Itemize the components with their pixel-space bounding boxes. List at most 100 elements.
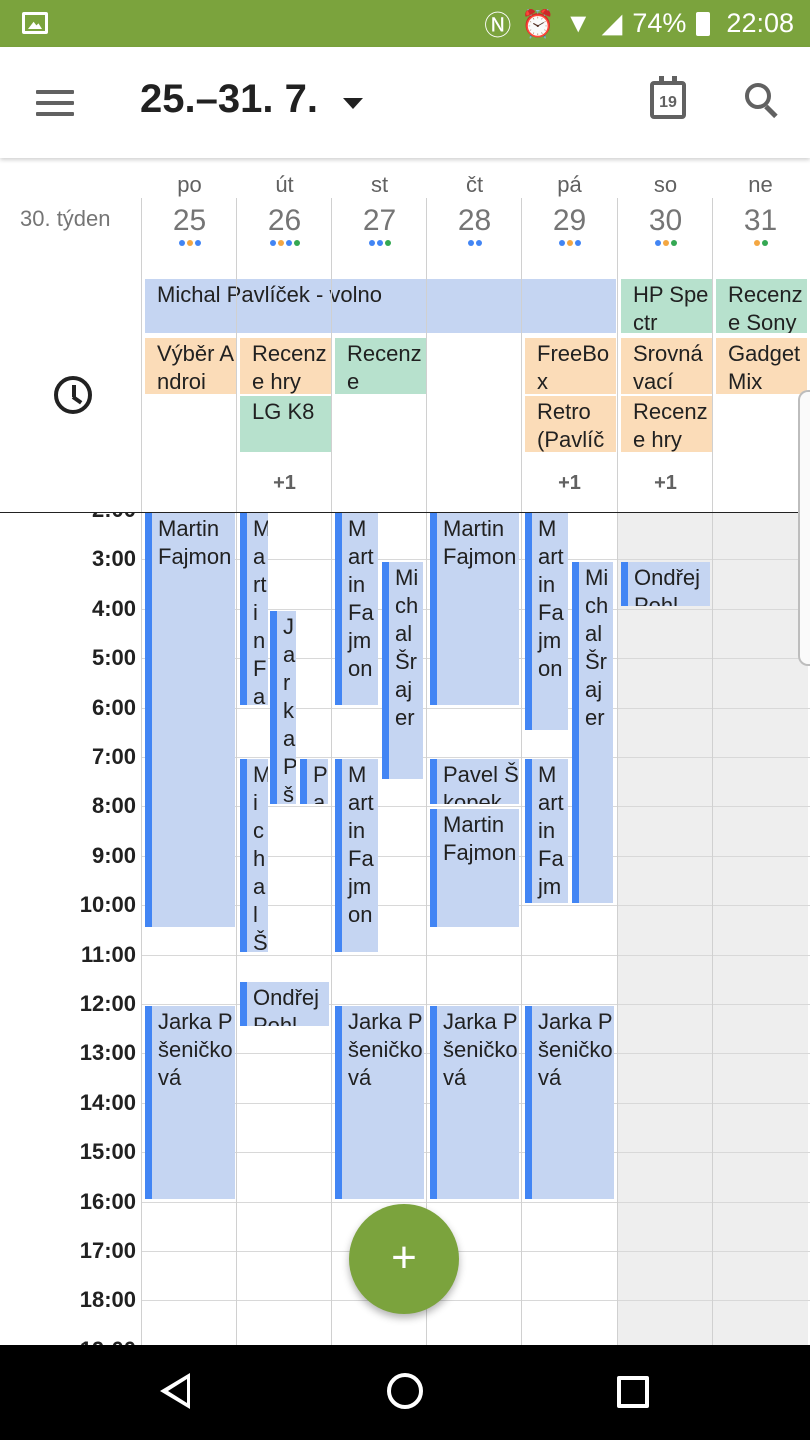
weekend-background: [618, 513, 713, 1345]
calendar-event[interactable]: Michal Šrajer: [572, 561, 613, 903]
back-icon[interactable]: [160, 1373, 190, 1409]
menu-icon[interactable]: [36, 90, 74, 116]
calendar-event[interactable]: Jarka Pšeničková: [525, 1006, 614, 1200]
hour-label: 19:00: [0, 1337, 136, 1345]
wifi-icon: ▼: [564, 8, 592, 38]
event-indicator-dots: [522, 240, 617, 246]
calendar-event[interactable]: Martin Fa: [240, 513, 268, 706]
drawer-handle[interactable]: [798, 390, 810, 666]
day-header-pá[interactable]: pá 29: [522, 158, 617, 246]
search-icon[interactable]: [745, 83, 781, 119]
column-divider: [141, 513, 142, 1345]
clock: 22:08: [726, 8, 794, 38]
hour-label: 7:00: [91, 744, 136, 769]
hour-label: 5:00: [91, 645, 136, 671]
allday-event[interactable]: LG K8: [240, 396, 331, 452]
day-name: pá: [557, 172, 582, 197]
day-header-po[interactable]: po 25: [142, 158, 237, 246]
event-indicator-dots: [713, 240, 808, 246]
calendar-event[interactable]: Martin Fajm: [525, 759, 568, 903]
hour-label: 6:00: [91, 694, 136, 720]
column-divider: [617, 198, 618, 513]
calendar-event[interactable]: Michal Šrajer: [382, 561, 423, 780]
more-events-label[interactable]: +1: [618, 472, 713, 495]
status-bar: Ⓝ ⏰ ▼ ◢ 74% 22:08: [0, 0, 810, 47]
day-name: út: [275, 172, 294, 197]
calendar-event[interactable]: Ondřej Pohl: [621, 561, 710, 607]
hour-line: [142, 954, 810, 956]
calendar-event[interactable]: Martin Fajmon: [430, 513, 519, 706]
history-icon[interactable]: [54, 376, 92, 414]
column-divider: [141, 198, 142, 513]
hour-label: 4:00: [91, 595, 136, 621]
allday-event[interactable]: Recenze Sony: [716, 279, 807, 333]
allday-event[interactable]: FreeBox: [525, 338, 616, 394]
recents-icon[interactable]: [617, 1376, 649, 1408]
calendar-event[interactable]: Ondřej Pohl: [240, 981, 329, 1027]
event-indicator-dots: [618, 240, 713, 246]
battery-icon: [696, 11, 711, 36]
calendar-event[interactable]: Michal Š: [240, 759, 268, 953]
allday-event[interactable]: Michal Pavlíček - volno: [145, 279, 616, 333]
gallery-icon: [22, 12, 48, 34]
allday-event[interactable]: Srovnávací: [621, 338, 712, 394]
hour-line: [142, 1251, 810, 1252]
allday-event[interactable]: Gadget Mix: [716, 338, 807, 394]
day-number: 26: [267, 204, 302, 237]
column-divider: [712, 198, 713, 513]
hour-label: 13:00: [79, 1040, 136, 1066]
week-header: 30. týden po 25 út 26 st 27 čt 28 pá 29 so 30 ne 31 M…: [0, 158, 810, 513]
calendar-event[interactable]: Jarka Pš: [270, 611, 296, 804]
hour-line: [142, 757, 810, 758]
column-divider: [236, 513, 237, 1345]
add-event-button[interactable]: +: [349, 1204, 459, 1314]
date-range-title[interactable]: 25.–31. 7.: [140, 77, 318, 122]
more-events-label[interactable]: +1: [522, 472, 617, 495]
allday-event[interactable]: Výběr Androi: [145, 338, 236, 394]
hour-label: 16:00: [79, 1188, 136, 1214]
day-name: po: [177, 172, 202, 197]
day-number: 29: [552, 204, 587, 237]
column-divider: [521, 198, 522, 513]
day-header-so[interactable]: so 30: [618, 158, 713, 246]
calendar-event[interactable]: Jarka Pšeničková: [145, 1006, 235, 1200]
calendar-event[interactable]: Martin Fajmon: [145, 513, 235, 928]
app-bar: 25.–31. 7. 19: [0, 47, 810, 158]
hour-label: 18:00: [79, 1287, 136, 1313]
calendar-event[interactable]: Martin Fajmon: [525, 513, 568, 730]
today-calendar-icon[interactable]: 19: [650, 76, 686, 119]
more-events-label[interactable]: +1: [237, 472, 332, 495]
calendar-event[interactable]: Jarka Pšeničková: [430, 1006, 519, 1200]
day-header-ne[interactable]: ne 31: [713, 158, 808, 246]
hour-label: 2:00: [0, 513, 136, 523]
day-header-st[interactable]: st 27: [332, 158, 427, 246]
allday-divider: [0, 512, 810, 513]
day-name: st: [370, 172, 389, 197]
hour-label: 15:00: [79, 1139, 136, 1165]
calendar-event[interactable]: Pavel Škopek: [430, 759, 519, 804]
allday-event[interactable]: Recenze hry: [621, 396, 712, 452]
hour-line: [142, 1300, 810, 1302]
calendar-event[interactable]: Jarka Pšeničková: [335, 1006, 424, 1200]
hour-line: [142, 707, 810, 709]
calendar-event[interactable]: Martin Fajmon: [335, 759, 378, 953]
allday-event[interactable]: Retro (Pavlíč: [525, 396, 616, 452]
day-header-út[interactable]: út 26: [237, 158, 332, 246]
day-number: 31: [743, 204, 778, 237]
allday-event[interactable]: Recenze: [335, 338, 426, 394]
calendar-event[interactable]: Pa: [300, 759, 328, 804]
weekend-background: [713, 513, 808, 1345]
home-icon[interactable]: [387, 1373, 423, 1409]
allday-event[interactable]: Recenze hry: [240, 338, 331, 394]
dropdown-arrow-icon[interactable]: [343, 98, 363, 109]
day-number: 25: [172, 204, 207, 237]
calendar-event[interactable]: Martin Fajmon: [430, 808, 519, 928]
column-divider: [521, 513, 522, 1345]
day-header-čt[interactable]: čt 28: [427, 158, 522, 246]
event-indicator-dots: [427, 240, 522, 246]
hour-label: 9:00: [91, 842, 136, 868]
allday-event[interactable]: HP Spectr: [621, 279, 712, 333]
nfc-icon: Ⓝ: [484, 11, 512, 41]
column-divider: [617, 513, 618, 1345]
calendar-event[interactable]: Martin Fajmon: [335, 513, 378, 706]
